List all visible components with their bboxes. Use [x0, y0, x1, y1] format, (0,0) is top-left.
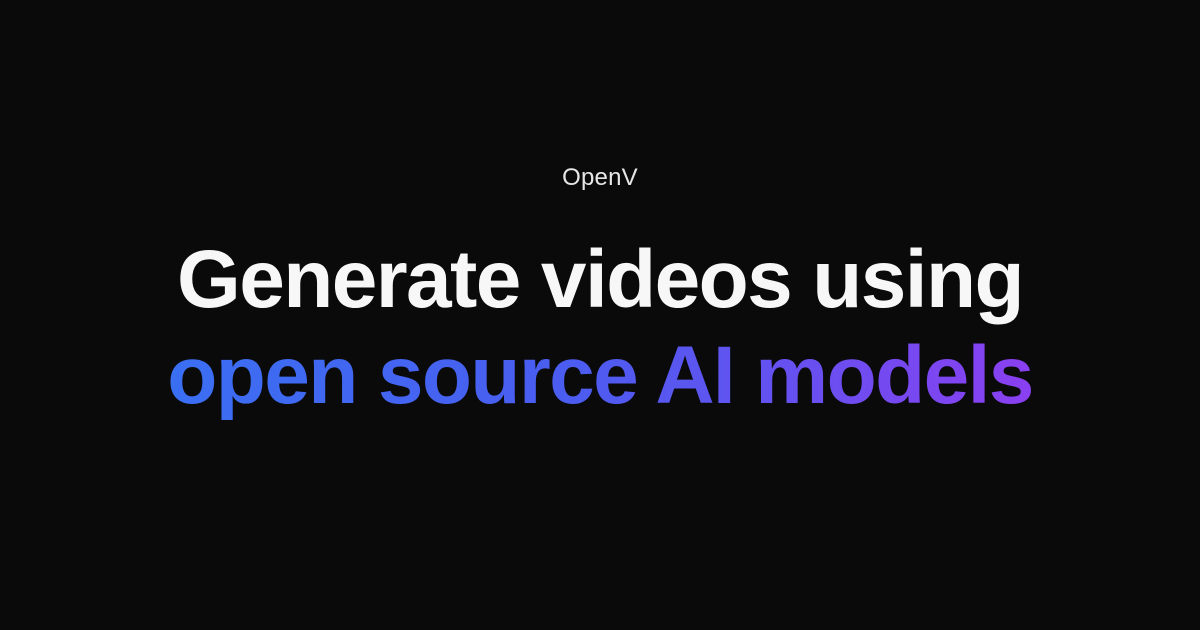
headline-line-1: Generate videos using — [177, 234, 1025, 325]
gradient-headline-text: open source AI models — [167, 328, 1034, 424]
hero-section: OpenV Generate videos using open source … — [0, 0, 1200, 630]
headline: Generate videos using open source AI mod… — [0, 232, 1200, 424]
headline-line-2: open source AI models — [0, 328, 1200, 424]
brand-name: OpenV — [562, 164, 638, 191]
